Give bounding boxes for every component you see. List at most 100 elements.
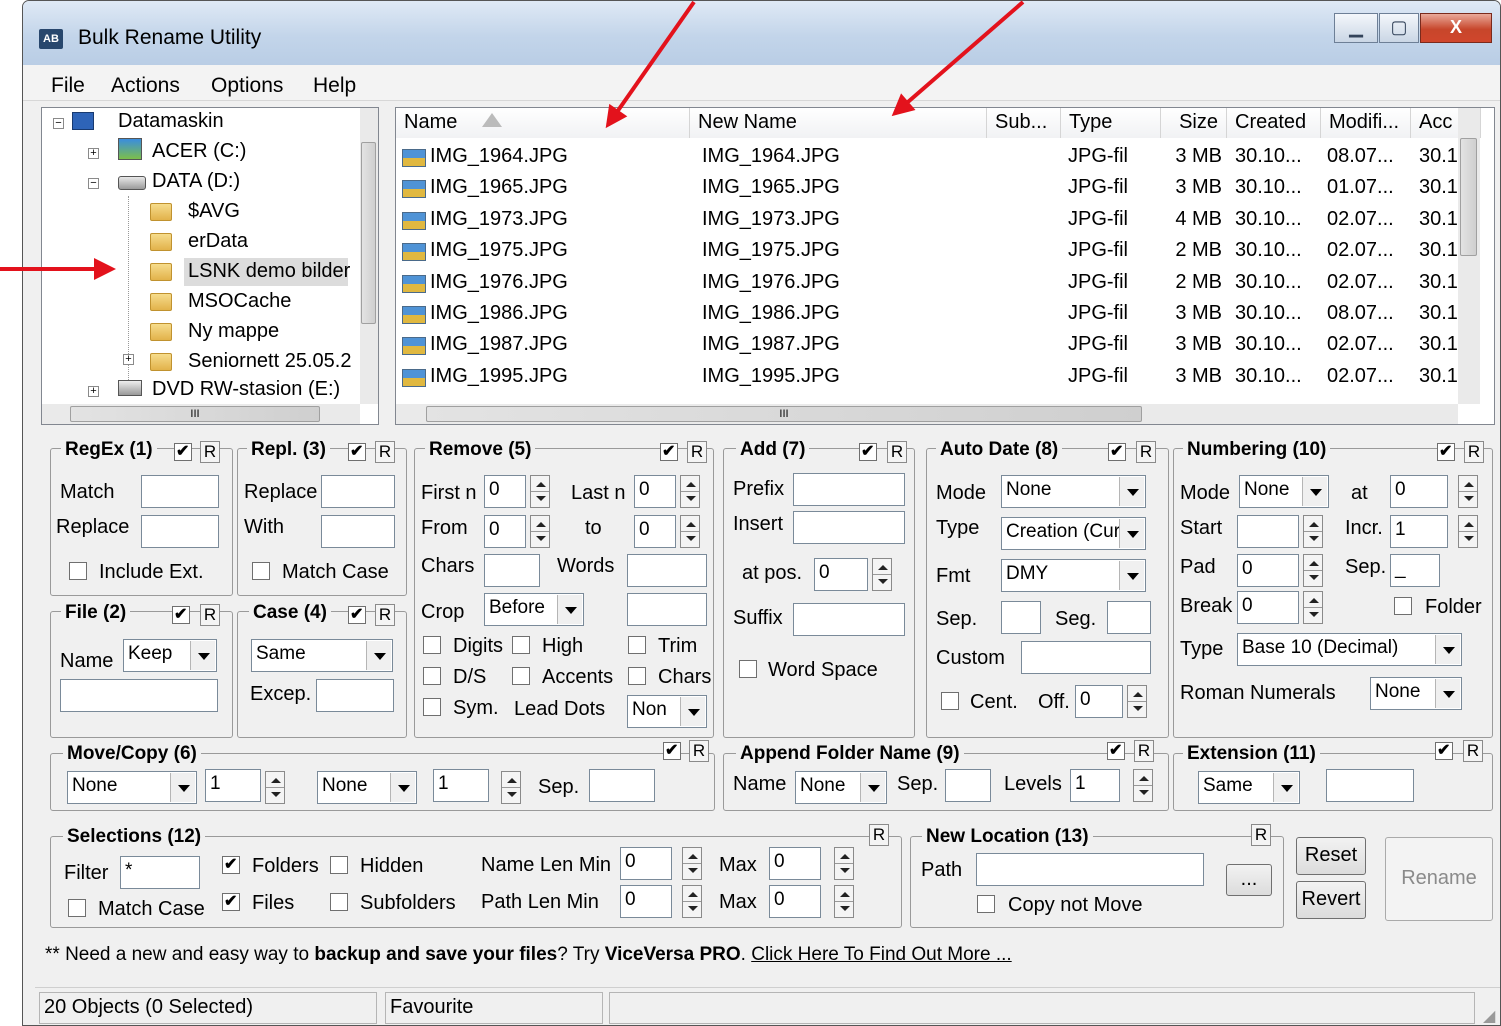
selections-reset-button[interactable]: R (869, 824, 889, 846)
regex-match-input[interactable] (141, 475, 219, 508)
roman-numerals-select[interactable]: None (1370, 677, 1462, 710)
table-row[interactable]: IMG_1995.JPG IMG_1995.JPG JPG-fil 3 MB 30.10… (396, 362, 1458, 393)
column-header-created[interactable]: Created (1227, 108, 1321, 138)
file-reset-button[interactable]: R (200, 604, 220, 626)
resize-grip-icon[interactable]: ◢ (1483, 1006, 1495, 1025)
appendfolder-name-select[interactable]: None (795, 771, 887, 804)
menu-file[interactable]: File (51, 74, 85, 98)
newlocation-reset-button[interactable]: R (1251, 824, 1271, 846)
numbering-pad-input[interactable]: 0 (1237, 554, 1299, 587)
file-name-select[interactable]: Keep (123, 639, 217, 672)
at-pos-spinner[interactable] (872, 558, 892, 591)
repl-match-case-checkbox[interactable] (252, 562, 270, 580)
name-len-min-input[interactable]: 0 (620, 847, 672, 880)
case-excep-input[interactable] (316, 679, 394, 712)
menu-actions[interactable]: Actions (111, 74, 180, 98)
column-header-type[interactable]: Type (1061, 108, 1161, 138)
file-hscroll[interactable]: III (396, 404, 1458, 424)
numbering-pad-spinner[interactable] (1303, 554, 1323, 587)
case-enable-checkbox[interactable] (348, 604, 366, 624)
table-row[interactable]: IMG_1975.JPG IMG_1975.JPG JPG-fil 2 MB 30.10… (396, 236, 1458, 267)
reset-button[interactable]: Reset (1296, 837, 1366, 875)
file-vscroll-thumb[interactable] (1460, 138, 1477, 256)
appendfolder-sep-input[interactable] (945, 769, 991, 802)
tree-vscroll[interactable] (360, 108, 378, 404)
extension-input[interactable] (1326, 769, 1414, 802)
suffix-input[interactable] (793, 603, 905, 636)
max1-spinner[interactable] (834, 847, 854, 880)
max1-input[interactable]: 0 (769, 847, 821, 880)
repl-replace-input[interactable] (321, 475, 395, 508)
autodate-sep-input[interactable] (1001, 601, 1041, 634)
numbering-at-input[interactable]: 0 (1390, 475, 1448, 508)
tree-vscroll-thumb[interactable] (361, 142, 376, 324)
table-row[interactable]: IMG_1964.JPG IMG_1964.JPG JPG-fil 3 MB 30.10… (396, 142, 1458, 173)
browse-button[interactable]: ... (1226, 864, 1272, 896)
minimize-button[interactable]: ▁ (1334, 13, 1378, 43)
word-space-checkbox[interactable] (739, 660, 757, 678)
path-len-min-spinner[interactable] (682, 885, 702, 918)
remove-enable-checkbox[interactable] (660, 441, 678, 461)
numbering-mode-select[interactable]: None (1239, 475, 1329, 508)
extension-enable-checkbox[interactable] (1435, 740, 1453, 760)
tree-hscroll[interactable]: III (42, 404, 360, 424)
promo-link[interactable]: Click Here To Find Out More ... (751, 944, 1011, 965)
repl-enable-checkbox[interactable] (348, 441, 366, 461)
table-row[interactable]: IMG_1965.JPG IMG_1965.JPG JPG-fil 3 MB 30.10… (396, 173, 1458, 204)
from-input[interactable]: 0 (484, 515, 526, 548)
numbering-start-spinner[interactable] (1303, 515, 1323, 548)
add-reset-button[interactable]: R (887, 441, 907, 463)
accents-checkbox[interactable] (512, 667, 530, 685)
movecopy-mode1-select[interactable]: None (67, 771, 197, 804)
expand-icon[interactable]: + (88, 148, 99, 159)
prefix-input[interactable] (793, 473, 905, 506)
path-len-min-input[interactable]: 0 (620, 885, 672, 918)
numbering-enable-checkbox[interactable] (1437, 441, 1455, 461)
crop-input[interactable] (627, 593, 707, 626)
file-vscroll[interactable] (1458, 108, 1480, 404)
insert-input[interactable] (793, 511, 905, 544)
regex-reset-button[interactable]: R (200, 441, 220, 463)
movecopy-mode2-select[interactable]: None (317, 771, 417, 804)
crop-select[interactable]: Before (484, 593, 584, 626)
regex-enable-checkbox[interactable] (174, 441, 192, 461)
tree-item[interactable]: erData (188, 230, 248, 253)
appendfolder-enable-checkbox[interactable] (1107, 740, 1125, 760)
high-checkbox[interactable] (512, 636, 530, 654)
movecopy-num2-spinner[interactable] (501, 771, 521, 804)
files-checkbox[interactable] (222, 891, 240, 911)
collapse-icon[interactable]: − (53, 118, 64, 129)
ds-checkbox[interactable] (423, 667, 441, 685)
last-n-spinner[interactable] (680, 475, 700, 508)
filter-input[interactable]: * (120, 856, 200, 889)
numbering-break-spinner[interactable] (1303, 591, 1323, 624)
tree-item[interactable]: DVD RW-stasion (E:) (152, 378, 340, 401)
max2-input[interactable]: 0 (769, 885, 821, 918)
menu-options[interactable]: Options (211, 74, 283, 98)
max2-spinner[interactable] (834, 885, 854, 918)
autodate-reset-button[interactable]: R (1136, 441, 1156, 463)
regex-replace-input[interactable] (141, 515, 219, 548)
tree-hscroll-thumb[interactable]: III (70, 406, 320, 422)
movecopy-reset-button[interactable]: R (689, 740, 709, 762)
autodate-mode-select[interactable]: None (1001, 475, 1146, 508)
tree-item[interactable]: Datamaskin (118, 110, 224, 133)
case-reset-button[interactable]: R (375, 604, 395, 626)
table-row[interactable]: IMG_1973.JPG IMG_1973.JPG JPG-fil 4 MB 30.10… (396, 205, 1458, 236)
trim-checkbox[interactable] (628, 636, 646, 654)
file-hscroll-thumb[interactable]: III (426, 406, 1142, 422)
column-header-newname[interactable]: New Name (690, 108, 987, 138)
file-enable-checkbox[interactable] (172, 604, 190, 624)
expand-icon[interactable]: + (123, 354, 134, 365)
name-len-min-spinner[interactable] (682, 847, 702, 880)
autodate-fmt-select[interactable]: DMY (1001, 559, 1146, 592)
expand-icon[interactable]: + (88, 386, 99, 397)
copy-not-move-checkbox[interactable] (977, 895, 995, 913)
lead-dots-select[interactable]: Non (627, 695, 707, 728)
tree-item[interactable]: ACER (C:) (152, 140, 246, 163)
autodate-enable-checkbox[interactable] (1108, 441, 1126, 461)
movecopy-num2-input[interactable]: 1 (433, 769, 489, 802)
first-n-input[interactable]: 0 (484, 475, 526, 508)
cent-checkbox[interactable] (941, 692, 959, 710)
add-enable-checkbox[interactable] (859, 441, 877, 461)
